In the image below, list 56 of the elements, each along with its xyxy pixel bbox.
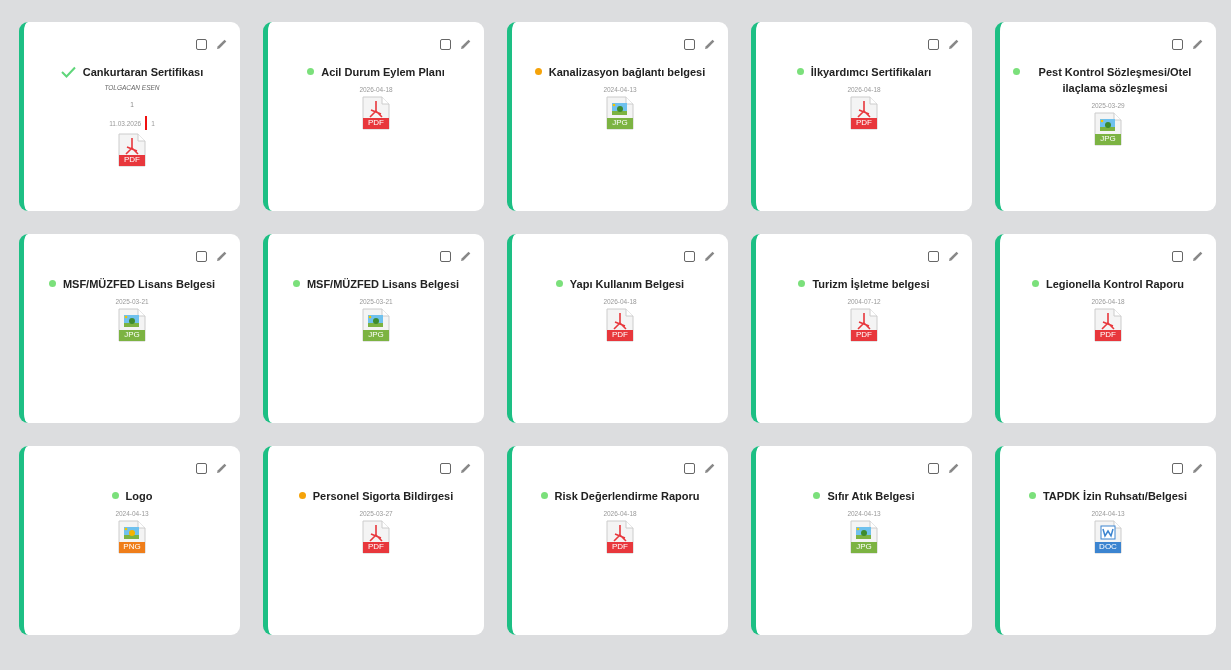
- document-title[interactable]: Legionella Kontrol Raporu: [1045, 276, 1185, 292]
- document-title[interactable]: Risk Değerlendirme Raporu: [554, 488, 700, 504]
- pencil-icon[interactable]: [948, 250, 960, 262]
- pencil-icon[interactable]: [948, 38, 960, 50]
- file-icon[interactable]: PDF: [606, 520, 634, 554]
- checkbox[interactable]: [1172, 462, 1183, 474]
- checkbox[interactable]: [928, 38, 939, 50]
- pencil-icon[interactable]: [704, 250, 716, 262]
- document-title[interactable]: MSF/MÜZFED Lisans Belgesi: [62, 276, 216, 292]
- file-icon[interactable]: PDF: [362, 520, 390, 554]
- file-icon[interactable]: PDF: [362, 96, 390, 130]
- document-title[interactable]: TAPDK İzin Ruhsatı/Belgesi: [1042, 488, 1187, 504]
- checkbox[interactable]: [440, 462, 451, 474]
- checkbox[interactable]: [684, 462, 695, 474]
- pencil-icon[interactable]: [704, 38, 716, 50]
- document-title[interactable]: Cankurtaran Sertifikası: [82, 64, 204, 80]
- pencil-icon[interactable]: [460, 38, 472, 50]
- file-icon[interactable]: PDF: [1094, 308, 1122, 342]
- checkbox[interactable]: [1172, 38, 1183, 50]
- checkbox[interactable]: [196, 38, 207, 50]
- checkbox[interactable]: [1172, 250, 1183, 262]
- file-icon[interactable]: PDF: [606, 308, 634, 342]
- pencil-icon[interactable]: [460, 462, 472, 474]
- document-title[interactable]: MSF/MÜZFED Lisans Belgesi: [306, 276, 460, 292]
- separator-bar: [145, 116, 148, 130]
- pencil-icon[interactable]: [216, 462, 228, 474]
- document-title[interactable]: Pest Kontrol Sözleşmesi/Otel ilaçlama sözleşmesi: [1027, 64, 1203, 96]
- file-icon[interactable]: PDF: [850, 308, 878, 342]
- pencil-icon[interactable]: [1192, 250, 1204, 262]
- checkbox[interactable]: [684, 250, 695, 262]
- checkbox[interactable]: [196, 462, 207, 474]
- pencil-icon[interactable]: [216, 38, 228, 50]
- pencil-icon[interactable]: [1192, 38, 1204, 50]
- document-title[interactable]: Kanalizasyon bağlantı belgesi: [548, 64, 706, 80]
- checkbox[interactable]: [440, 38, 451, 50]
- pencil-icon[interactable]: [216, 250, 228, 262]
- document-title[interactable]: İlkyardımcı Sertifikaları: [810, 64, 932, 80]
- checkbox[interactable]: [440, 250, 451, 262]
- pencil-icon[interactable]: [704, 462, 716, 474]
- file-icon[interactable]: DOC: [1094, 520, 1122, 554]
- pencil-icon[interactable]: [460, 250, 472, 262]
- document-title[interactable]: Sıfır Atık Belgesi: [827, 488, 915, 504]
- file-icon[interactable]: PDF: [850, 96, 878, 130]
- document-title[interactable]: Turizm İşletme belgesi: [812, 276, 930, 292]
- document-title[interactable]: Yapı Kullanım Belgesi: [569, 276, 685, 292]
- pencil-icon[interactable]: [1192, 462, 1204, 474]
- checkbox[interactable]: [928, 250, 939, 262]
- document-title[interactable]: Acil Durum Eylem Planı: [321, 64, 445, 80]
- checkmark-icon: [60, 66, 76, 78]
- pencil-icon[interactable]: [948, 462, 960, 474]
- checkbox[interactable]: [196, 250, 207, 262]
- document-title[interactable]: Personel Sigorta Bildirgesi: [312, 488, 454, 504]
- file-icon[interactable]: PDF: [118, 133, 146, 167]
- document-title[interactable]: Logo: [125, 488, 153, 504]
- checkbox[interactable]: [928, 462, 939, 474]
- checkbox[interactable]: [684, 38, 695, 50]
